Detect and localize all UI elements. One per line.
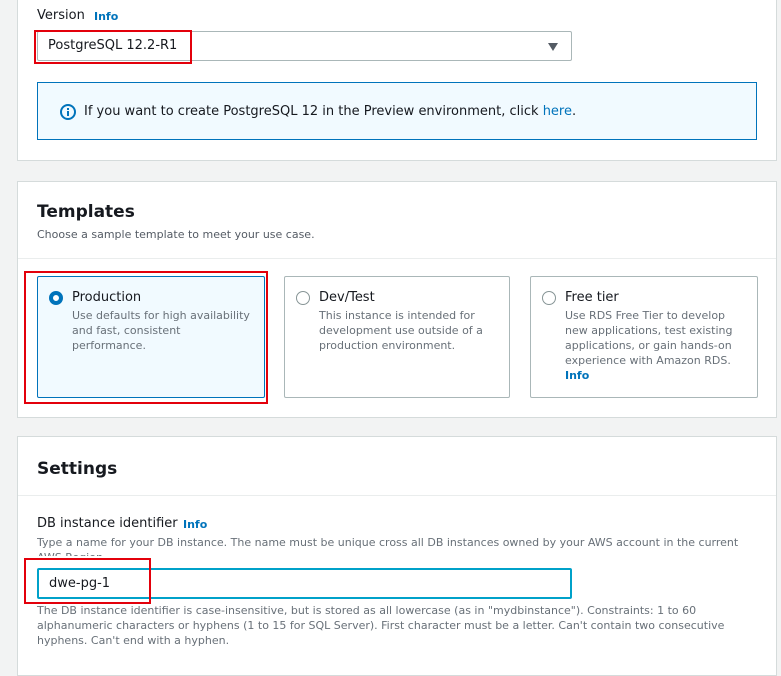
version-select[interactable]: PostgreSQL 12.2-R1 — [37, 31, 572, 61]
template-card-free-tier[interactable]: Free tier Use RDS Free Tier to develop n… — [530, 276, 758, 398]
db-identifier-constraints: The DB instance identifier is case-insen… — [37, 604, 725, 647]
db-identifier-hint: Type a name for your DB instance. The na… — [37, 536, 739, 556]
alert-message: If you want to create PostgreSQL 12 in t… — [84, 104, 576, 119]
settings-title: Settings — [37, 459, 118, 479]
production-title: Production — [72, 290, 142, 305]
version-info-link[interactable]: Info — [94, 10, 118, 23]
info-circle-icon — [60, 104, 76, 120]
db-identifier-input[interactable]: dwe-pg-1 — [37, 568, 572, 599]
settings-divider — [18, 495, 776, 496]
templates-title: Templates — [37, 202, 135, 222]
preview-info-alert: If you want to create PostgreSQL 12 in t… — [37, 82, 757, 140]
free-tier-title: Free tier — [565, 290, 619, 305]
free-tier-description-block: Use RDS Free Tier to develop new applica… — [565, 308, 745, 383]
alert-message-end: . — [571, 104, 577, 119]
production-radio[interactable] — [49, 291, 63, 305]
free-tier-description: Use RDS Free Tier to develop new applica… — [565, 309, 733, 367]
version-label: Version — [37, 8, 85, 23]
caret-down-icon — [548, 43, 558, 51]
devtest-title: Dev/Test — [319, 290, 375, 305]
alert-here-link[interactable]: here — [543, 104, 572, 119]
db-identifier-value: dwe-pg-1 — [49, 576, 111, 591]
version-select-value: PostgreSQL 12.2-R1 — [48, 38, 178, 53]
alert-message-text: If you want to create PostgreSQL 12 in t… — [84, 104, 543, 119]
template-card-production[interactable]: Production Use defaults for high availab… — [37, 276, 265, 398]
free-tier-radio[interactable] — [542, 291, 556, 305]
devtest-radio[interactable] — [296, 291, 310, 305]
templates-description: Choose a sample template to meet your us… — [37, 228, 315, 241]
template-card-devtest[interactable]: Dev/Test This instance is intended for d… — [284, 276, 510, 398]
db-identifier-info-link[interactable]: Info — [183, 518, 207, 531]
db-identifier-label: DB instance identifier — [37, 516, 178, 531]
templates-divider — [18, 258, 776, 259]
free-tier-info-link[interactable]: Info — [565, 368, 745, 383]
devtest-description: This instance is intended for developmen… — [319, 309, 483, 352]
production-description: Use defaults for high availability and f… — [72, 309, 250, 352]
